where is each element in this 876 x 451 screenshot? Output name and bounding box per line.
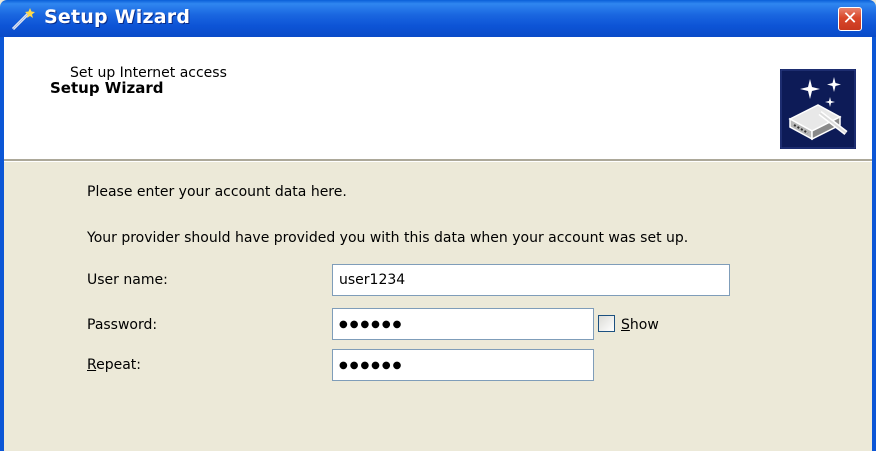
- wizard-header: Setup Wizard: [4, 37, 872, 159]
- title-bar[interactable]: Setup Wizard ✕: [0, 0, 876, 37]
- wizard-wand-icon: [11, 8, 35, 31]
- repeat-password-input[interactable]: ●●●●●●: [332, 349, 594, 381]
- username-input[interactable]: user1234: [332, 264, 730, 296]
- window-title: Setup Wizard: [44, 6, 191, 28]
- username-label: User name:: [87, 272, 168, 288]
- header-separator: [4, 159, 872, 162]
- show-password-checkbox[interactable]: [598, 315, 615, 332]
- show-accelerator: S: [621, 317, 630, 333]
- header-title: Setup Wizard: [50, 79, 164, 97]
- show-password-label[interactable]: Show: [621, 317, 659, 333]
- password-label: Password:: [87, 317, 158, 333]
- intro-line-2: Your provider should have provided you w…: [87, 230, 689, 246]
- repeat-label: Repeat:: [87, 357, 141, 373]
- window-frame-right: [872, 37, 876, 451]
- header-subtitle: Set up Internet access: [70, 65, 227, 81]
- repeat-label-rest: epeat:: [96, 357, 142, 373]
- password-input[interactable]: ●●●●●●: [332, 308, 594, 340]
- setup-wizard-window: Setup Wizard ✕ Setup Wizard Set up Inter…: [0, 0, 876, 451]
- repeat-accelerator: R: [87, 357, 97, 373]
- wizard-network-icon: [780, 69, 856, 149]
- intro-line-1: Please enter your account data here.: [87, 184, 347, 200]
- close-button[interactable]: ✕: [838, 7, 862, 31]
- show-label-rest: how: [629, 317, 659, 333]
